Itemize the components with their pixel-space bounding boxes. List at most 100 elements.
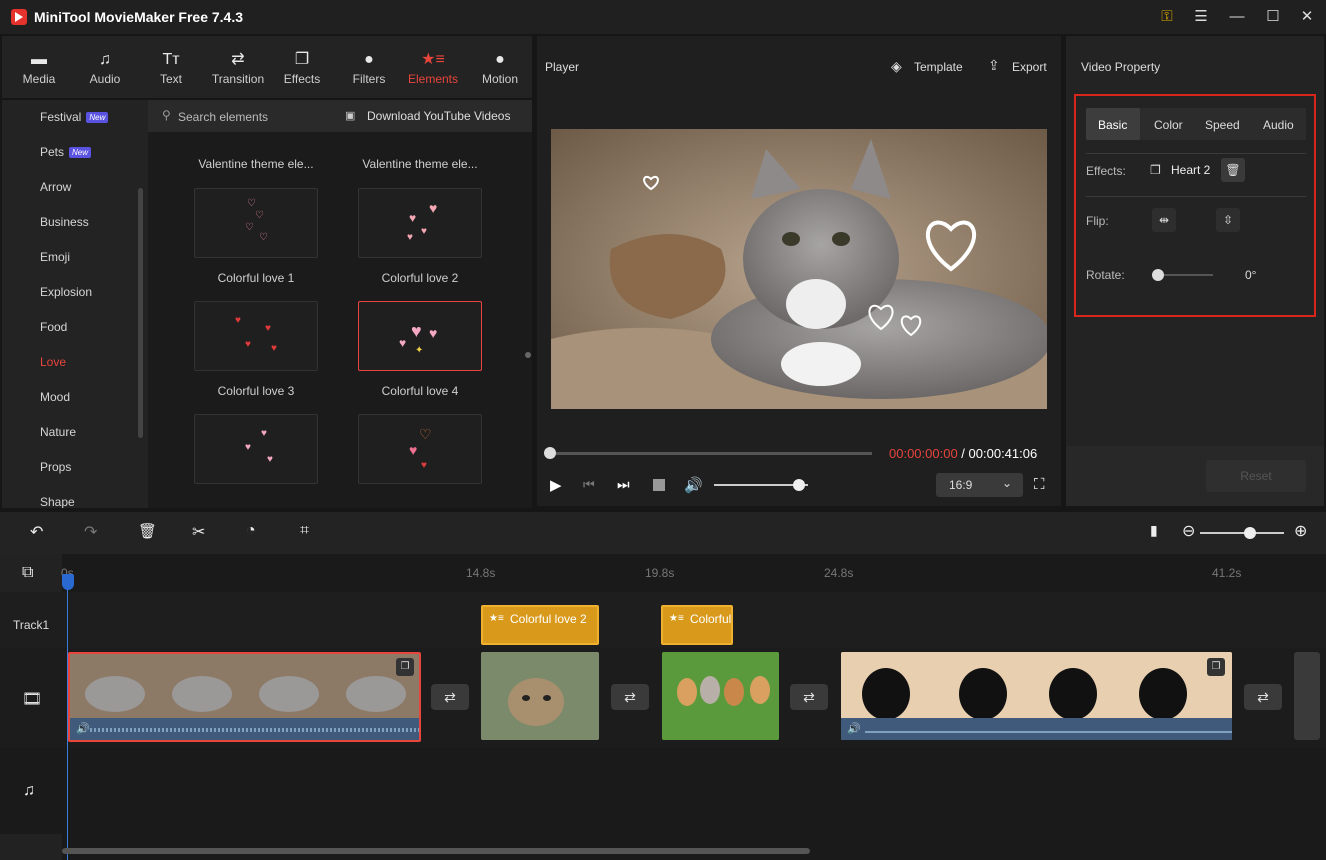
tab-text[interactable]: Tт Text: [136, 36, 206, 98]
element-label: Valentine theme ele...: [362, 157, 478, 171]
playhead-handle[interactable]: [62, 574, 74, 590]
zoom-slider[interactable]: [1200, 532, 1284, 534]
element-colorful-love-1[interactable]: ♡ ♡ ♡ ♡: [194, 188, 318, 258]
transition-button[interactable]: ⇄: [790, 684, 828, 710]
video-clip-3[interactable]: [662, 652, 779, 740]
element-icon: ★≡: [669, 613, 684, 624]
zoom-handle[interactable]: [1244, 527, 1257, 539]
tab-motion[interactable]: ● Motion: [465, 36, 535, 98]
tab-transition[interactable]: ⇄ Transition: [198, 36, 278, 98]
close-button[interactable]: ✕: [1296, 7, 1318, 27]
delete-icon[interactable]: 🗑: [138, 522, 157, 540]
volume-icon[interactable]: 🔊: [684, 476, 703, 494]
reset-button[interactable]: Reset: [1206, 460, 1306, 492]
category-pets[interactable]: Pets New: [40, 145, 92, 159]
timeline-scrollbar[interactable]: [62, 848, 810, 854]
heart-icon: ♡: [255, 210, 264, 221]
category-business[interactable]: Business: [40, 215, 89, 229]
element-clip-colorful[interactable]: ★≡ Colorful: [661, 605, 733, 645]
play-button[interactable]: ▶: [550, 476, 562, 494]
category-nature[interactable]: Nature: [40, 425, 76, 439]
tab-filters[interactable]: ● Filters: [334, 36, 404, 98]
zoom-in-icon[interactable]: ⊕: [1294, 521, 1307, 541]
category-mood[interactable]: Mood: [40, 390, 70, 404]
transition-icon: ⇄: [231, 51, 245, 68]
next-frame-button[interactable]: ⏭: [617, 476, 630, 493]
heart-icon: ♥: [245, 442, 251, 453]
total-time: 00:00:41:06: [968, 446, 1038, 461]
video-preview[interactable]: [551, 129, 1047, 409]
maximize-button[interactable]: ☐: [1262, 7, 1284, 27]
category-scrollbar[interactable]: [138, 188, 143, 438]
transition-button[interactable]: ⇄: [431, 684, 469, 710]
heart-icon: ♥: [421, 226, 427, 237]
ruler-3: 24.8s: [824, 566, 854, 580]
video-clip-2[interactable]: [481, 652, 599, 740]
heart-icon: ♥: [235, 315, 241, 326]
heart-icon: ♡: [247, 198, 256, 209]
export-icon: ⇪: [988, 57, 1000, 73]
element-label: Colorful love 4: [381, 384, 459, 398]
swap-icon: ⇄: [624, 689, 636, 705]
panel-resize-handle[interactable]: [525, 352, 531, 358]
element-label: Colorful love 3: [217, 384, 295, 398]
zoom-out-icon[interactable]: ⊖: [1182, 521, 1195, 541]
download-youtube-link[interactable]: Download YouTube Videos: [367, 109, 510, 123]
heart-icon: ♥: [267, 454, 273, 465]
ruler-1: 14.8s: [466, 566, 496, 580]
fullscreen-icon[interactable]: ⛶: [1034, 476, 1045, 493]
category-explosion[interactable]: Explosion: [40, 285, 92, 299]
transition-button[interactable]: ⇄: [1244, 684, 1282, 710]
element-label: Colorful love 2: [381, 271, 459, 285]
element-colorful-love-3[interactable]: ♥ ♥ ♥ ♥: [194, 301, 318, 371]
search-bar: ⚲ Search elements ▣ Download YouTube Vid…: [148, 100, 532, 132]
sparkle-icon: ✦: [415, 345, 424, 356]
category-props[interactable]: Props: [40, 460, 71, 474]
stop-button[interactable]: [653, 479, 665, 491]
minimize-button[interactable]: —: [1226, 7, 1248, 27]
tab-media[interactable]: ▬ Media: [4, 36, 74, 98]
heart-icon: ♥: [399, 336, 407, 350]
speed-icon[interactable]: ◔: [246, 522, 256, 540]
element-colorful-love-2[interactable]: ♥ ♥ ♥ ♥: [358, 188, 482, 258]
category-festival[interactable]: Festival New: [40, 110, 109, 124]
export-button[interactable]: Export: [1012, 60, 1047, 74]
video-frame-image: [551, 129, 1047, 409]
add-clip-slot[interactable]: [1294, 652, 1320, 740]
search-input[interactable]: Search elements: [178, 110, 268, 124]
key-icon[interactable]: ⚿: [1156, 7, 1178, 27]
aspect-ratio-select[interactable]: 16:9 ⌄: [936, 473, 1023, 497]
element-item[interactable]: ♡ ♥ ♥: [358, 414, 482, 484]
redo-icon[interactable]: ↷: [84, 522, 97, 542]
category-arrow[interactable]: Arrow: [40, 180, 71, 194]
crop-icon[interactable]: ⌗: [300, 522, 309, 540]
tab-effects[interactable]: ❐ Effects: [267, 36, 337, 98]
undo-icon[interactable]: ↶: [30, 522, 43, 542]
element-colorful-love-4[interactable]: ♥ ♥ ♥ ✦: [358, 301, 482, 371]
split-audio-icon[interactable]: ▮: [1150, 522, 1158, 539]
audio-icon: 🔊: [76, 723, 90, 735]
element-item[interactable]: ♥ ♥ ♥: [194, 414, 318, 484]
category-food[interactable]: Food: [40, 320, 67, 334]
seek-bar[interactable]: [550, 452, 872, 455]
swap-icon: ⇄: [444, 689, 456, 705]
volume-handle[interactable]: [792, 479, 805, 491]
add-track-icon[interactable]: ⧉: [22, 564, 33, 582]
highlight-box: [1074, 94, 1316, 317]
video-clip-1[interactable]: 🔊 ❐: [68, 652, 421, 742]
transition-button[interactable]: ⇄: [611, 684, 649, 710]
menu-icon[interactable]: ☰: [1190, 7, 1212, 27]
category-emoji[interactable]: Emoji: [40, 250, 70, 264]
template-button[interactable]: Template: [914, 60, 963, 74]
category-love[interactable]: Love: [40, 355, 66, 369]
seek-handle[interactable]: [544, 447, 556, 459]
tab-elements[interactable]: ★≡ Elements: [398, 36, 468, 98]
category-shape[interactable]: Shape: [40, 495, 75, 508]
tab-audio[interactable]: ♫ Audio: [70, 36, 140, 98]
previous-frame-button[interactable]: ⏮: [583, 477, 595, 493]
scissors-icon[interactable]: ✂: [192, 522, 205, 542]
element-label: Valentine theme ele...: [198, 157, 314, 171]
video-clip-4[interactable]: 🔊 ❐: [841, 652, 1232, 740]
heart-icon: ♥: [261, 428, 267, 439]
element-clip-colorful-love-2[interactable]: ★≡ Colorful love 2: [481, 605, 599, 645]
